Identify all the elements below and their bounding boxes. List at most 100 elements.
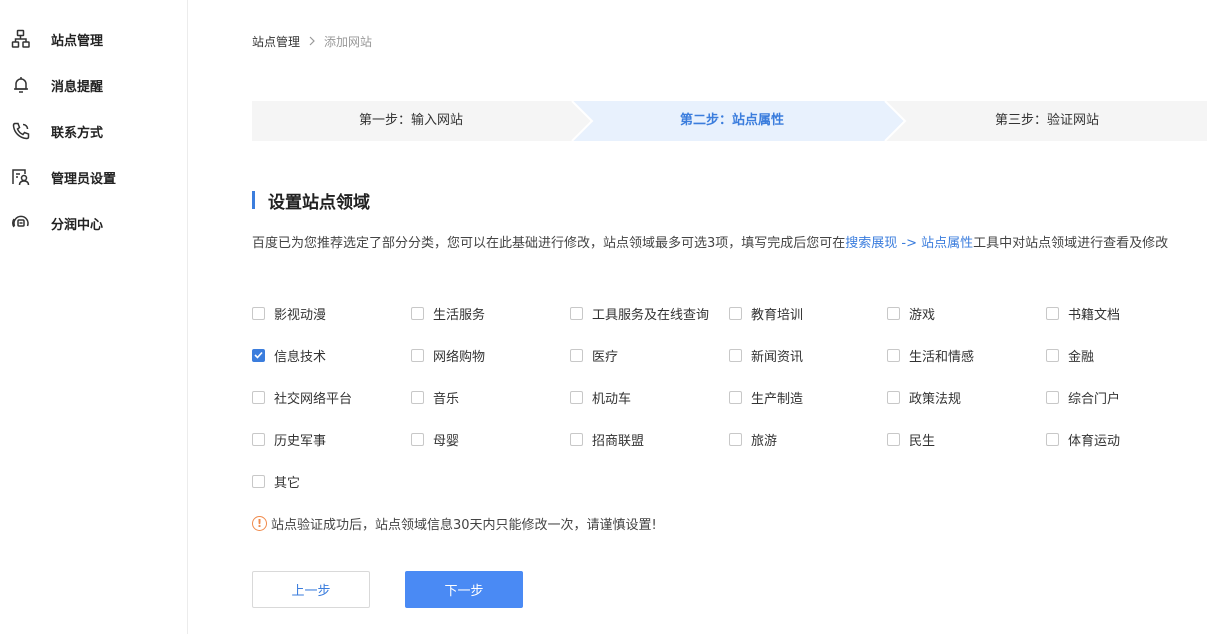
checkbox-icon[interactable] xyxy=(570,306,583,320)
category-checkbox-item[interactable]: 招商联盟 xyxy=(570,429,644,449)
category-label: 民生 xyxy=(909,433,936,449)
prev-step-button[interactable]: 上一步 xyxy=(252,571,370,608)
sidebar-item-label: 站点管理 xyxy=(51,33,104,49)
checkbox-icon[interactable] xyxy=(1046,390,1059,404)
search-display-link[interactable]: 搜索展现 -> 站点属性 xyxy=(845,236,973,251)
category-label: 综合门户 xyxy=(1068,391,1121,407)
checkbox-icon[interactable] xyxy=(729,306,742,320)
description-text-tail: 工具中对站点领域进行查看及修改 xyxy=(973,236,1169,251)
category-checkbox-item[interactable]: 工具服务及在线查询 xyxy=(570,303,709,323)
step-2: 第二步：站点属性 xyxy=(679,113,784,128)
checkbox-icon[interactable] xyxy=(252,306,265,320)
description-text: 百度已为您推荐选定了部分分类，您可以在此基础进行修改，站点领域最多可选3项，填写… xyxy=(252,236,846,251)
category-checkbox-item[interactable]: 机动车 xyxy=(570,387,631,407)
category-label: 书籍文档 xyxy=(1068,307,1121,323)
admin-icon xyxy=(10,166,32,188)
sidebar-item-label: 联系方式 xyxy=(51,125,104,141)
checkbox-icon[interactable] xyxy=(411,306,424,320)
checkbox-icon[interactable] xyxy=(887,390,900,404)
checkbox-icon[interactable] xyxy=(729,390,742,404)
checkbox-icon[interactable] xyxy=(252,432,265,446)
category-label: 影视动漫 xyxy=(274,307,327,323)
breadcrumb-root[interactable]: 站点管理 xyxy=(252,33,300,50)
category-label: 体育运动 xyxy=(1068,433,1121,449)
checkbox-icon[interactable] xyxy=(1046,432,1059,446)
section-description: 百度已为您推荐选定了部分分类，您可以在此基础进行修改，站点领域最多可选3项，填写… xyxy=(252,230,1212,258)
checkbox-icon[interactable] xyxy=(887,432,900,446)
checkbox-icon[interactable] xyxy=(411,432,424,446)
revenue-icon xyxy=(10,212,32,234)
category-label: 招商联盟 xyxy=(592,433,645,449)
category-label: 旅游 xyxy=(751,433,778,449)
category-checkbox-item[interactable]: 金融 xyxy=(1046,345,1094,365)
category-checkbox-item[interactable]: 新闻资讯 xyxy=(729,345,803,365)
sidebar-item-revenue[interactable]: 分润中心 xyxy=(0,208,188,238)
category-label: 音乐 xyxy=(433,391,460,407)
category-checkbox-item[interactable]: 教育培训 xyxy=(729,303,803,323)
step-1: 第一步：输入网站 xyxy=(358,113,463,128)
category-checkbox-item[interactable]: 影视动漫 xyxy=(252,303,326,323)
category-checkbox-item[interactable]: 社交网络平台 xyxy=(252,387,352,407)
category-label: 网络购物 xyxy=(433,349,486,365)
checkbox-icon[interactable] xyxy=(887,348,900,362)
breadcrumb-current: 添加网站 xyxy=(324,35,373,49)
section-title-text: 设置站点领域 xyxy=(268,192,370,213)
category-checkbox-item[interactable]: 综合门户 xyxy=(1046,387,1120,407)
category-checkbox-item[interactable]: 医疗 xyxy=(570,345,618,365)
category-checkbox-item[interactable]: 生活和情感 xyxy=(887,345,974,365)
category-label: 历史军事 xyxy=(274,433,327,449)
category-label: 金融 xyxy=(1068,349,1095,365)
category-checkbox-item[interactable]: 音乐 xyxy=(411,387,459,407)
category-checkbox-item[interactable]: 旅游 xyxy=(729,429,777,449)
sidebar: 站点管理 消息提醒 联系方式 管理员设置 分润中心 xyxy=(0,0,188,634)
category-label: 信息技术 xyxy=(274,349,327,365)
category-checkbox-item[interactable]: 书籍文档 xyxy=(1046,303,1120,323)
checkbox-icon[interactable] xyxy=(252,390,265,404)
checkbox-icon[interactable] xyxy=(729,348,742,362)
checkbox-icon[interactable] xyxy=(1046,348,1059,362)
sidebar-item-contact[interactable]: 联系方式 xyxy=(0,116,188,146)
category-checkbox-item[interactable]: 民生 xyxy=(887,429,935,449)
sidebar-item-notifications[interactable]: 消息提醒 xyxy=(0,70,188,100)
sidebar-item-label: 消息提醒 xyxy=(51,79,104,95)
category-checkbox-item[interactable]: 体育运动 xyxy=(1046,429,1120,449)
breadcrumb-separator-icon xyxy=(308,35,316,49)
category-label: 社交网络平台 xyxy=(274,391,353,407)
category-checkbox-item[interactable]: 母婴 xyxy=(411,429,459,449)
checkbox-icon[interactable] xyxy=(729,432,742,446)
category-label: 医疗 xyxy=(592,349,619,365)
checkbox-icon[interactable] xyxy=(570,348,583,362)
category-label: 母婴 xyxy=(433,433,460,449)
category-checkbox-item[interactable]: 网络购物 xyxy=(411,345,485,365)
category-checkbox-item[interactable]: 其它 xyxy=(252,471,300,491)
category-checkbox-item[interactable]: 生产制造 xyxy=(729,387,803,407)
category-label: 生活和情感 xyxy=(909,349,975,365)
checkbox-icon[interactable] xyxy=(252,474,265,488)
checkbox-icon[interactable] xyxy=(411,390,424,404)
sidebar-item-label: 分润中心 xyxy=(51,217,104,233)
category-label: 游戏 xyxy=(909,307,936,323)
category-checkbox-item[interactable]: 信息技术 xyxy=(252,345,326,365)
category-label: 生活服务 xyxy=(433,307,486,323)
checkbox-icon[interactable] xyxy=(570,390,583,404)
warning-text: 站点验证成功后，站点领域信息30天内只能修改一次，请谨慎设置! xyxy=(271,517,657,533)
category-checkbox-item[interactable]: 政策法规 xyxy=(887,387,961,407)
category-label: 机动车 xyxy=(592,391,632,407)
breadcrumb: 站点管理 添加网站 xyxy=(252,33,372,50)
step-indicator: 第一步：输入网站 第二步：站点属性 第三步：验证网站 xyxy=(252,101,1207,141)
category-label: 生产制造 xyxy=(751,391,804,407)
sidebar-item-site-management[interactable]: 站点管理 xyxy=(0,24,188,54)
checkbox-icon[interactable] xyxy=(887,306,900,320)
checkbox-icon[interactable] xyxy=(570,432,583,446)
checkbox-icon[interactable] xyxy=(411,348,424,362)
category-checkbox-item[interactable]: 生活服务 xyxy=(411,303,485,323)
sidebar-item-admin-settings[interactable]: 管理员设置 xyxy=(0,162,188,192)
next-step-button[interactable]: 下一步 xyxy=(405,571,523,608)
title-accent-bar xyxy=(252,191,255,209)
checkbox-checked-icon[interactable] xyxy=(252,348,265,362)
bell-icon xyxy=(10,74,32,96)
checkbox-icon[interactable] xyxy=(1046,306,1059,320)
category-checkbox-item[interactable]: 游戏 xyxy=(887,303,935,323)
phone-icon xyxy=(10,120,32,142)
category-checkbox-item[interactable]: 历史军事 xyxy=(252,429,326,449)
